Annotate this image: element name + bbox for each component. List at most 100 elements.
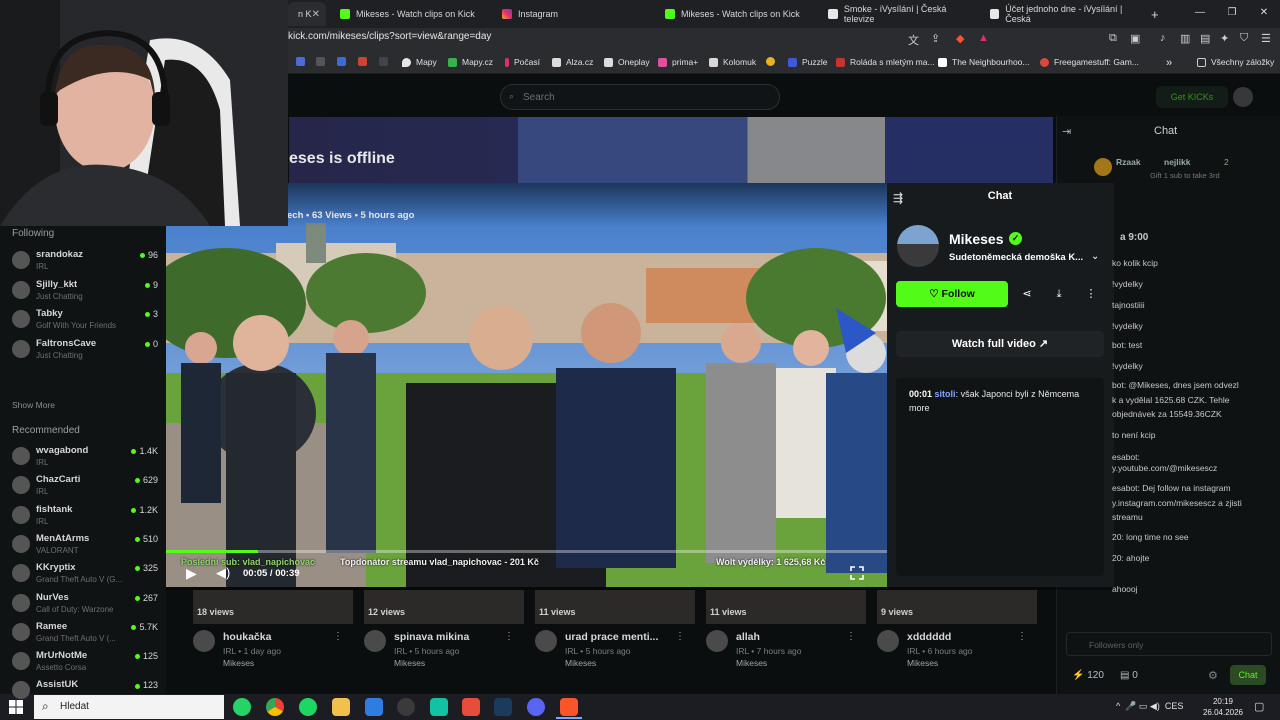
sidebar-channel[interactable]: ChazCarti IRL 629 [12, 473, 162, 501]
sidebar-channel[interactable]: FaltronsCave Just Chatting 0 [12, 337, 162, 365]
sidebar-channel[interactable]: MrUrNotMe Assetto Corsa 125 [12, 649, 162, 677]
whatsapp-icon[interactable] [233, 698, 251, 716]
bookmark-mapy-cz[interactable]: Mapy.cz [448, 57, 493, 67]
bookmark-pocasi[interactable]: Počasí [505, 57, 540, 67]
bookmark-all[interactable]: Všechny záložky [1197, 57, 1274, 67]
sidebar-channel[interactable]: KKryptix Grand Theft Auto V (G... 325 [12, 561, 162, 589]
vpn-icon[interactable]: ⛉ [1240, 32, 1248, 45]
channel-name[interactable]: Mikeses [949, 231, 1003, 247]
minimize-icon[interactable]: — [1184, 0, 1216, 28]
app-icon[interactable] [430, 698, 448, 716]
browser-tab[interactable]: Mikeses - Watch clips on Kick [330, 2, 490, 26]
clip-channel[interactable]: Mikeses [736, 658, 767, 668]
bookmark-alza[interactable]: Alza.cz [552, 57, 593, 67]
share-icon[interactable]: ⇪ [931, 32, 940, 45]
more-options-icon[interactable]: ⋮ [333, 631, 343, 642]
bookmark-icon[interactable] [296, 57, 310, 66]
watch-full-video-button[interactable]: Watch full video ↗ [896, 331, 1104, 357]
discord-icon[interactable] [527, 698, 545, 716]
bookmark-icon[interactable] [337, 57, 351, 66]
chat-message-user[interactable]: sitoli [935, 389, 956, 399]
sidebar-icon[interactable]: ▥ [1180, 32, 1190, 45]
bookmark-icon[interactable] [358, 57, 372, 66]
clip-title[interactable]: spinava mikina [394, 631, 469, 643]
sidebar-channel[interactable]: fishtank IRL 1.2K [12, 503, 162, 531]
clip-card[interactable]: 11 views urad prace menti... IRL • 5 hours… [535, 590, 695, 686]
clip-title[interactable]: houkačka [223, 631, 271, 643]
video-progress-bar[interactable] [166, 550, 887, 553]
tray-language[interactable]: CES [1165, 701, 1184, 711]
new-tab-button[interactable]: + [1141, 2, 1161, 26]
clip-video[interactable] [166, 183, 887, 587]
volume-icon[interactable]: ◀) [216, 565, 230, 581]
download-icon[interactable]: ⤓ [1046, 281, 1072, 307]
bookmark-prima[interactable]: prima+ [658, 57, 698, 67]
url-bar[interactable]: kick.com/mikeses/clips?sort=view&range=d… [288, 31, 491, 42]
clip-title[interactable]: xdddddd [907, 631, 951, 643]
search-input[interactable]: ⌕ Search [500, 84, 780, 110]
browser-tab[interactable]: Instagram [492, 2, 652, 26]
sidebar-channel[interactable]: Tabky Golf With Your Friends 3 [12, 307, 162, 335]
clip-channel[interactable]: Mikeses [907, 658, 938, 668]
chat-message-more[interactable]: more [909, 403, 930, 413]
clip-card[interactable]: 9 views xdddddd IRL • 6 hours ago Mikeses ⋮ [877, 590, 1037, 686]
get-kicks-button[interactable]: Get KICKs [1156, 86, 1228, 108]
brave-shield-icon[interactable]: ◆ [956, 32, 964, 45]
browser-tab[interactable]: Mikeses - Watch clips on Kick [655, 2, 815, 26]
chat-input[interactable]: Followers only [1066, 632, 1272, 656]
bookmark-oneplay[interactable]: Oneplay [604, 57, 650, 67]
extensions-icon[interactable]: ⧉ [1109, 32, 1117, 45]
sidebar-channel[interactable]: srandokaz IRL 96 [12, 248, 162, 276]
clip-channel[interactable]: Mikeses [565, 658, 596, 668]
notifications-icon[interactable]: ▢ [1254, 700, 1264, 713]
music-icon[interactable]: ♪ [1160, 32, 1166, 44]
more-options-icon[interactable]: ⋮ [1017, 631, 1027, 642]
bookmark-mapy[interactable]: Mapy [402, 57, 437, 67]
share-icon[interactable]: ⋖ [1014, 281, 1040, 307]
spotify-icon[interactable] [299, 698, 317, 716]
bookmarks-overflow-icon[interactable]: » [1166, 57, 1172, 69]
close-window-icon[interactable]: ✕ [1248, 0, 1280, 28]
leo-icon[interactable]: ✦ [1220, 32, 1229, 45]
clip-title[interactable]: urad prace menti... [565, 631, 658, 643]
close-tab-icon[interactable]: ✕ [312, 9, 320, 20]
bookmark-icon[interactable] [316, 57, 330, 66]
system-tray[interactable]: ^ 🎤 ▭ ◀) CES [1116, 701, 1183, 712]
sidebar-channel[interactable]: Sjilly_kkt Just Chatting 9 [12, 278, 162, 306]
bookmark-kolomuk[interactable]: Kolomuk [709, 57, 756, 67]
sidebar-channel[interactable]: AssistUK 123 [12, 678, 162, 706]
chrome-icon[interactable] [266, 698, 284, 716]
brave-rewards-icon[interactable]: ▲ [978, 32, 989, 44]
clip-card[interactable]: 12 views spinava mikina IRL • 5 hours ago M… [364, 590, 524, 686]
sidebar-channel[interactable]: wvagabond IRL 1.4K [12, 444, 162, 472]
more-options-icon[interactable]: ⋮ [846, 631, 856, 642]
more-options-icon[interactable]: ⋮ [675, 631, 685, 642]
browser-tab-active[interactable]: n K ✕ [288, 2, 326, 26]
chevron-down-icon[interactable]: ⌄ [1091, 251, 1099, 262]
browser-tab[interactable]: Účet jednoho dne - iVysílání | Česká [980, 2, 1140, 26]
bookmark-puzzle[interactable]: Puzzle [788, 57, 828, 67]
restore-icon[interactable]: ❐ [1216, 0, 1248, 28]
wallet-icon[interactable]: ▤ [1200, 32, 1210, 45]
follow-button[interactable]: ♡ Follow [896, 281, 1008, 307]
browser-tab[interactable]: Smoke - iVysílání | Česká televize [818, 2, 978, 26]
clip-card[interactable]: 18 views houkačka IRL • 1 day ago Mikeses ⋮ [193, 590, 353, 686]
sidebar-channel[interactable]: MenAtArms VALORANT 510 [12, 532, 162, 560]
chat-send-button[interactable]: Chat [1230, 665, 1266, 685]
collapse-panel-icon[interactable]: ⇶ [893, 191, 903, 205]
file-explorer-icon[interactable] [332, 698, 350, 716]
fullscreen-icon[interactable] [850, 566, 864, 580]
menu-icon[interactable]: ☰ [1261, 32, 1271, 45]
more-options-icon[interactable]: ⋮ [504, 631, 514, 642]
bookmark-rolada[interactable]: Roláda s mletým ma... [836, 57, 935, 67]
clip-card[interactable]: 11 views allah IRL • 7 hours ago Mikeses ⋮ [706, 590, 866, 686]
clip-title[interactable]: allah [736, 631, 760, 643]
taskbar-clock[interactable]: 20:19 26.04.2026 [1200, 696, 1246, 718]
bookmark-icon[interactable] [379, 57, 393, 66]
github-icon[interactable] [397, 698, 415, 716]
bookmark-neighbourhood[interactable]: The Neighbourhoo... [938, 57, 1030, 67]
user-avatar[interactable] [1233, 87, 1253, 107]
channel-avatar[interactable] [897, 225, 939, 267]
play-icon[interactable]: ▶ [186, 565, 197, 582]
slots-counter[interactable]: ▤ 0 [1120, 670, 1138, 681]
